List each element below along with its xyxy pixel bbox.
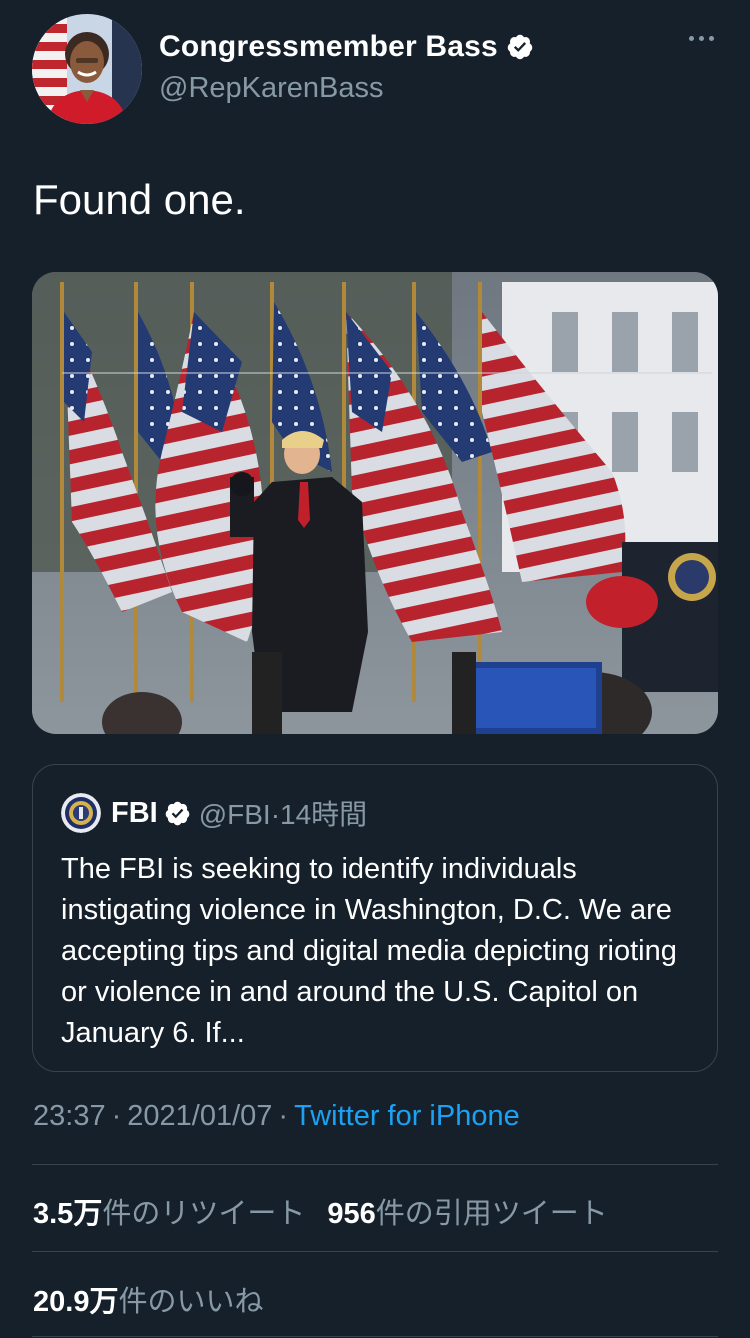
quoted-author-name[interactable]: FBI <box>111 797 158 830</box>
tweet-date: 2021/01/07 <box>127 1100 273 1132</box>
quoted-author-handle[interactable]: @FBI·14時間 <box>199 793 367 833</box>
more-dot <box>699 36 704 41</box>
quoted-tweet-header: FBI @FBI·14時間 <box>61 793 367 833</box>
quoted-time: 14時間 <box>280 799 368 830</box>
avatar-image <box>32 14 142 124</box>
fbi-avatar[interactable] <box>61 793 101 833</box>
author-avatar[interactable] <box>32 14 142 124</box>
fbi-seal-icon <box>61 793 101 833</box>
retweets-count: 3.5万 <box>33 1198 103 1230</box>
quotes-stat[interactable]: 956件の引用ツイート <box>327 1190 607 1232</box>
more-dot <box>709 36 714 41</box>
author-display-name[interactable]: Congressmember Bass <box>159 30 498 64</box>
likes-label: 件のいいね <box>118 1286 264 1318</box>
divider <box>32 1251 718 1252</box>
tweet-media-photo[interactable] <box>32 272 718 734</box>
tweet-meta: 23:37 · 2021/01/07 · Twitter for iPhone <box>33 1100 520 1133</box>
tweet-header: Congressmember Bass @RepKarenBass <box>32 14 718 126</box>
more-dot <box>689 36 694 41</box>
more-options-icon[interactable] <box>689 36 714 41</box>
author-handle[interactable]: @RepKarenBass <box>159 72 384 105</box>
tweet-text: Found one. <box>33 176 246 223</box>
author-name-row[interactable]: Congressmember Bass <box>159 30 534 64</box>
quoted-tweet-text: The FBI is seeking to identify individua… <box>61 853 677 1049</box>
meta-separator: · <box>111 1100 122 1132</box>
quotes-count: 956 <box>327 1198 376 1230</box>
retweets-stat[interactable]: 3.5万件のリツイート <box>33 1190 305 1232</box>
likes-count: 20.9万 <box>33 1286 119 1318</box>
tweet-source-link[interactable]: Twitter for iPhone <box>294 1100 520 1132</box>
engagement-stats: 3.5万件のリツイート 956件の引用ツイート <box>33 1190 608 1232</box>
retweets-label: 件のリツイート <box>102 1198 306 1230</box>
verified-badge-icon <box>507 34 533 60</box>
tweet-time: 23:37 <box>33 1100 106 1132</box>
likes-stat[interactable]: 20.9万件のいいね <box>33 1278 263 1320</box>
quoted-tweet-card[interactable]: FBI @FBI·14時間 The FBI is seeking to iden… <box>32 764 718 1072</box>
photo-image <box>32 272 718 734</box>
quotes-label: 件の引用ツイート <box>375 1198 608 1230</box>
meta-separator: · <box>278 1100 289 1132</box>
verified-badge-icon <box>165 801 190 825</box>
divider <box>32 1164 718 1165</box>
divider <box>32 1336 718 1337</box>
